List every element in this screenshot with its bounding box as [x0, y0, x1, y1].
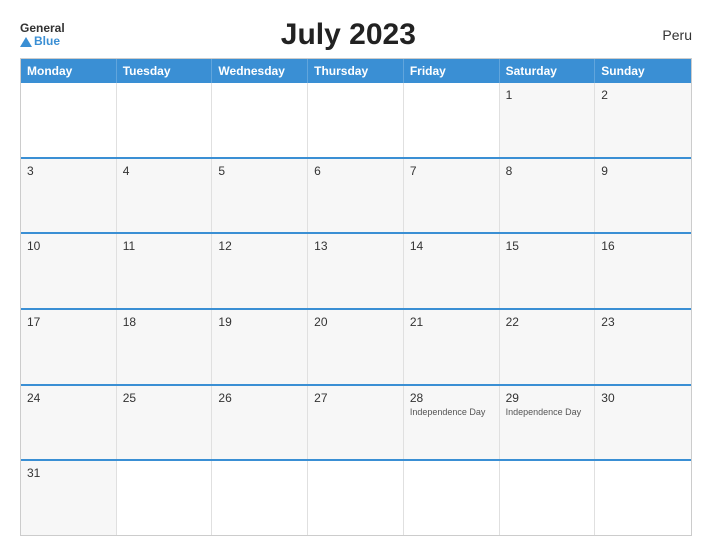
cell-july-7: 7 [404, 159, 500, 233]
calendar-row-1: 1 2 [21, 83, 691, 157]
header-monday: Monday [21, 59, 117, 83]
calendar-header: Monday Tuesday Wednesday Thursday Friday… [21, 59, 691, 83]
cell-july-9: 9 [595, 159, 691, 233]
calendar-row-5: 24 25 26 27 28 Independence Day 29 Indep… [21, 384, 691, 460]
cell-july-3: 3 [21, 159, 117, 233]
logo-triangle-icon [20, 37, 32, 47]
header-tuesday: Tuesday [117, 59, 213, 83]
page-title: July 2023 [65, 18, 632, 52]
calendar-row-4: 17 18 19 20 21 22 23 [21, 308, 691, 384]
cell-july-10: 10 [21, 234, 117, 308]
calendar: Monday Tuesday Wednesday Thursday Friday… [20, 58, 692, 536]
cell-july-4: 4 [117, 159, 213, 233]
cell-empty-r6-6 [500, 461, 596, 535]
cell-empty-4 [308, 83, 404, 157]
header-wednesday: Wednesday [212, 59, 308, 83]
header-friday: Friday [404, 59, 500, 83]
cell-july-13: 13 [308, 234, 404, 308]
cell-july-1: 1 [500, 83, 596, 157]
cell-empty-2 [117, 83, 213, 157]
cell-july-6: 6 [308, 159, 404, 233]
header-thursday: Thursday [308, 59, 404, 83]
cell-empty-1 [21, 83, 117, 157]
calendar-row-6: 31 [21, 459, 691, 535]
page-header: General Blue July 2023 Peru [20, 18, 692, 52]
cell-july-23: 23 [595, 310, 691, 384]
cell-empty-3 [212, 83, 308, 157]
cell-july-14: 14 [404, 234, 500, 308]
calendar-row-2: 3 4 5 6 7 8 9 [21, 157, 691, 233]
cell-july-22: 22 [500, 310, 596, 384]
calendar-body: 1 2 3 4 5 6 7 8 9 10 11 12 13 14 15 16 [21, 83, 691, 535]
cell-empty-r6-4 [308, 461, 404, 535]
logo: General Blue [20, 22, 65, 48]
cell-july-30: 30 [595, 386, 691, 460]
cell-july-18: 18 [117, 310, 213, 384]
cell-july-11: 11 [117, 234, 213, 308]
cell-july-24: 24 [21, 386, 117, 460]
cell-july-8: 8 [500, 159, 596, 233]
event-july-28: Independence Day [410, 407, 493, 418]
cell-july-16: 16 [595, 234, 691, 308]
cell-july-2: 2 [595, 83, 691, 157]
cell-july-26: 26 [212, 386, 308, 460]
cell-july-19: 19 [212, 310, 308, 384]
cell-empty-r6-7 [595, 461, 691, 535]
cell-july-15: 15 [500, 234, 596, 308]
cell-july-17: 17 [21, 310, 117, 384]
cell-july-21: 21 [404, 310, 500, 384]
cell-empty-r6-5 [404, 461, 500, 535]
calendar-page: General Blue July 2023 Peru Monday Tuesd… [0, 0, 712, 550]
cell-empty-r6-2 [117, 461, 213, 535]
cell-july-5: 5 [212, 159, 308, 233]
header-saturday: Saturday [500, 59, 596, 83]
cell-july-31: 31 [21, 461, 117, 535]
cell-july-28: 28 Independence Day [404, 386, 500, 460]
cell-july-27: 27 [308, 386, 404, 460]
cell-july-20: 20 [308, 310, 404, 384]
calendar-row-3: 10 11 12 13 14 15 16 [21, 232, 691, 308]
cell-july-29: 29 Independence Day [500, 386, 596, 460]
header-sunday: Sunday [595, 59, 691, 83]
logo-blue-text: Blue [34, 35, 60, 48]
event-july-29: Independence Day [506, 407, 589, 418]
cell-empty-5 [404, 83, 500, 157]
cell-empty-r6-3 [212, 461, 308, 535]
country-label: Peru [632, 27, 692, 43]
cell-july-12: 12 [212, 234, 308, 308]
cell-july-25: 25 [117, 386, 213, 460]
